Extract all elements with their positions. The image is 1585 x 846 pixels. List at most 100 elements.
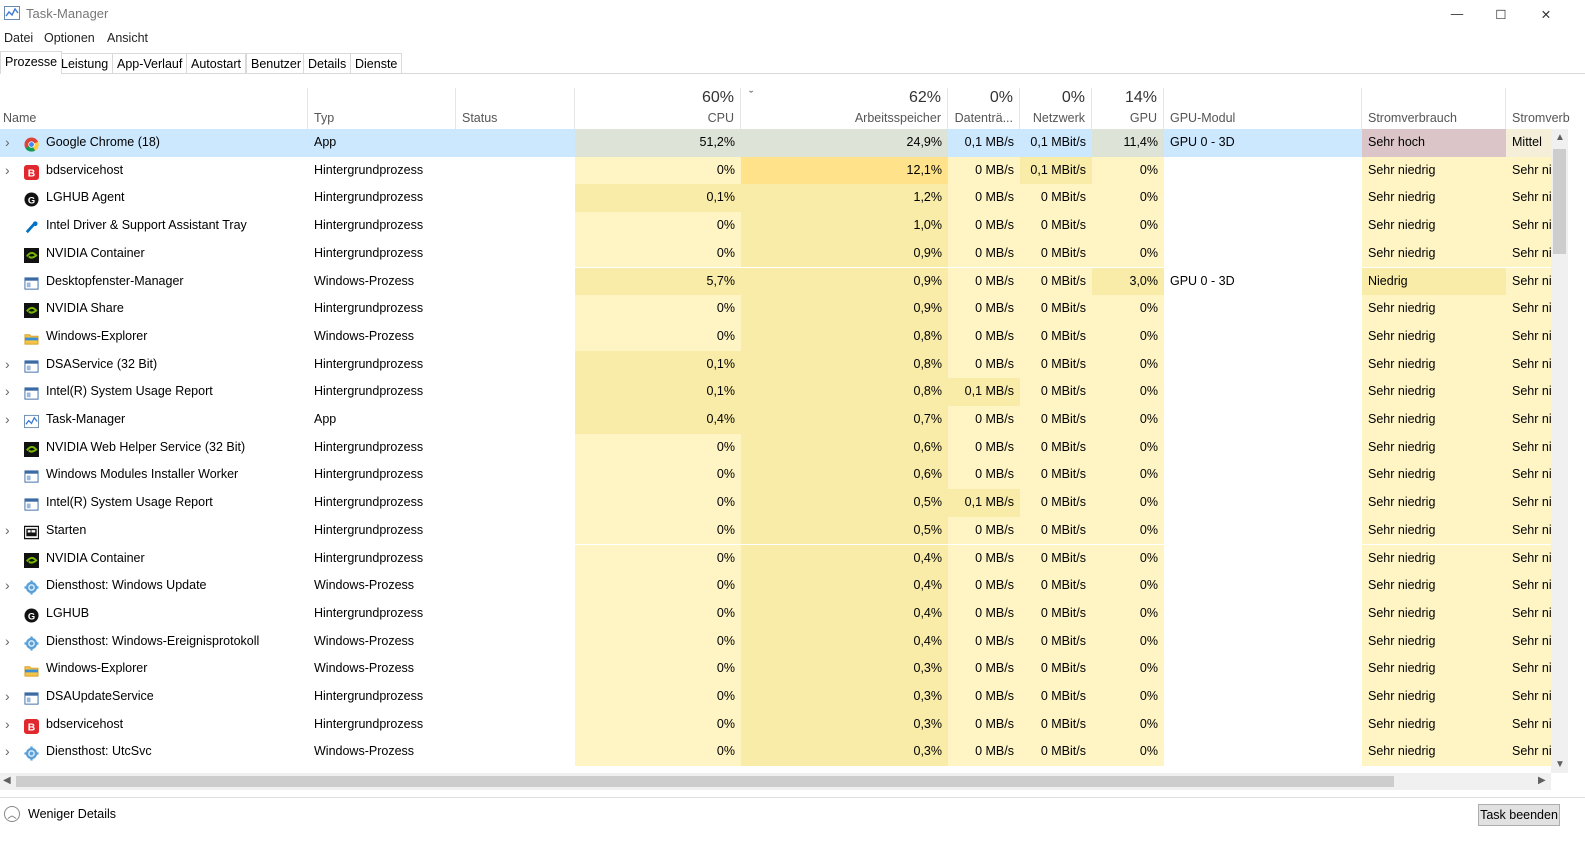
process-row[interactable]: › Diensthost: UtcSvc Windows-Prozess 0% 0,3%… [0,738,1568,767]
process-row[interactable]: NVIDIA Container Hintergrundprozess 0% 0,4%… [0,544,1568,573]
name-cell[interactable]: Desktopfenster-Manager [0,268,308,296]
process-row[interactable]: › Task-Manager App 0,4% 0,7% 0 MB/s 0 MBit/s 0%… [0,406,1568,434]
menu-optionen[interactable]: Optionen [44,31,95,45]
horizontal-scroll-thumb[interactable] [16,776,1394,787]
name-cell[interactable]: › Intel(R) System Usage Report [0,378,308,406]
process-row[interactable]: Windows-Explorer Windows-Prozess 0% 0,8% 0 M… [0,322,1568,351]
tab-dienste[interactable]: Dienste [350,53,403,73]
name-cell[interactable]: › Bbdservicehost [0,157,308,185]
name-cell[interactable]: NVIDIA Share [0,295,308,323]
header-status[interactable]: Status [456,88,575,129]
menu-datei[interactable]: Datei [4,31,33,45]
menu-ansicht[interactable]: Ansicht [107,31,148,45]
header-gpu-engine[interactable]: GPU-Modul [1164,88,1362,129]
process-row[interactable]: NVIDIA Web Helper Service (32 Bit) Hinter… [0,433,1568,462]
name-cell[interactable]: › Starten [0,517,308,545]
process-row[interactable]: NVIDIA Share Hintergrundprozess 0% 0,9% 0 MB… [0,295,1568,323]
name-cell[interactable]: › Google Chrome (18) [0,129,308,157]
horizontal-scrollbar[interactable]: ◀ ▶ [0,773,1551,790]
chevron-up-circle-icon: ︿ [4,806,20,822]
name-cell[interactable]: Windows-Explorer [0,655,308,683]
close-button[interactable]: ✕ [1523,0,1569,28]
maximize-icon: ☐ [1495,7,1507,22]
process-row[interactable]: › DSAService (32 Bit) Hintergrundprozess 0,… [0,350,1568,379]
name-cell[interactable]: NVIDIA Web Helper Service (32 Bit) [0,434,308,462]
scroll-down-icon[interactable]: ▼ [1555,759,1565,770]
name-cell[interactable]: G LGHUB [0,600,308,628]
expand-chevron-icon[interactable]: › [5,157,10,185]
process-row[interactable]: NVIDIA Container Hintergrundprozess 0% 0,9%… [0,239,1568,268]
name-cell[interactable]: Windows Modules Installer Worker [0,461,308,489]
tab-benutzer[interactable]: Benutzer [246,53,307,73]
name-cell[interactable]: Windows-Explorer [0,323,308,351]
minimize-button[interactable]: — [1434,0,1480,28]
header-type[interactable]: Typ [308,88,456,129]
expand-chevron-icon[interactable]: › [5,129,10,157]
header-power-trend[interactable]: Stromverb [1506,88,1570,129]
tab-leistung[interactable]: Leistung [56,53,114,73]
process-row[interactable]: Windows Modules Installer Worker Hintergr… [0,461,1568,490]
expand-chevron-icon[interactable]: › [5,572,10,600]
process-row[interactable]: › Bbdservicehost Hintergrundprozess 0% 0,3% 0… [0,710,1568,739]
type-cell: Windows-Prozess [314,273,415,288]
header-disk[interactable]: 0% Datenträ... [948,88,1020,129]
process-row[interactable]: › Diensthost: Windows-Ereignisprotokoll Wi… [0,627,1568,656]
process-row[interactable]: › Diensthost: Windows Update Windows-Proze… [0,572,1568,600]
name-cell[interactable]: › DSAUpdateService [0,683,308,711]
name-cell[interactable]: G LGHUB Agent [0,184,308,212]
process-row[interactable]: › Google Chrome (18) App 51,2% 24,9% 0,1 MB/s… [0,129,1568,157]
expand-chevron-icon[interactable]: › [5,628,10,656]
scroll-right-icon[interactable]: ▶ [1538,775,1546,786]
name-cell[interactable]: › Task-Manager [0,406,308,434]
tab-autostart[interactable]: Autostart [186,53,247,73]
header-network-percent: 0% [1061,89,1085,106]
expand-chevron-icon[interactable]: › [5,378,10,406]
process-row[interactable]: Intel(R) System Usage Report Hintergrundp… [0,489,1568,517]
process-row[interactable]: › DSAUpdateService Hintergrundprozess 0% 0,3… [0,683,1568,711]
header-memory[interactable]: ˇ 62% Arbeitsspeicher [741,88,948,129]
name-cell[interactable]: NVIDIA Container [0,240,308,268]
vertical-scroll-thumb[interactable] [1553,149,1566,254]
end-task-button[interactable]: Task beenden [1478,804,1560,826]
name-cell[interactable]: NVIDIA Container [0,545,308,573]
name-cell[interactable]: › Bbdservicehost [0,711,308,739]
header-gpu[interactable]: 14% GPU [1092,88,1164,129]
maximize-button[interactable]: ☐ [1478,0,1524,28]
scroll-up-icon[interactable]: ▲ [1555,132,1565,143]
expand-chevron-icon[interactable]: › [5,351,10,379]
process-row[interactable]: › Starten Hintergrundprozess 0% 0,5% 0 MB/s 0 … [0,516,1568,545]
process-row[interactable]: G LGHUB Agent Hintergrundprozess 0,1% 1,2% 0 … [0,184,1568,213]
nvidia-icon [24,246,39,263]
expand-chevron-icon[interactable]: › [5,738,10,766]
tab-app-verlauf[interactable]: App-Verlauf [112,53,188,73]
memory-cell: 0,3% [741,738,948,767]
scroll-left-icon[interactable]: ◀ [3,775,11,786]
expand-chevron-icon[interactable]: › [5,683,10,711]
process-row[interactable]: › Bbdservicehost Hintergrundprozess 0% 12,1%… [0,156,1568,185]
process-row[interactable]: G LGHUB Hintergrundprozess 0% 0,4% 0 MB/s 0 MB… [0,599,1568,628]
cpu-cell: 5,7% [575,267,741,296]
header-cpu[interactable]: 60% CPU [575,88,741,129]
name-cell[interactable]: Intel(R) System Usage Report [0,489,308,517]
tab-details[interactable]: Details [303,53,352,73]
process-row[interactable]: Intel Driver & Support Assistant Tray Hin… [0,212,1568,240]
process-row[interactable]: Windows-Explorer Windows-Prozess 0% 0,3% 0 M… [0,655,1568,683]
name-cell[interactable]: Intel Driver & Support Assistant Tray [0,212,308,240]
memory-cell: 0,6% [741,461,948,490]
name-cell[interactable]: › Diensthost: Windows-Ereignisprotokoll [0,628,308,656]
name-cell[interactable]: › Diensthost: UtcSvc [0,738,308,766]
header-network[interactable]: 0% Netzwerk [1020,88,1092,129]
header-name[interactable]: Name [0,88,308,129]
name-cell[interactable]: › DSAService (32 Bit) [0,351,308,379]
fewer-details-button[interactable]: ︿ Weniger Details [4,806,116,822]
expand-chevron-icon[interactable]: › [5,406,10,434]
header-power[interactable]: Stromverbrauch [1362,88,1506,129]
expand-chevron-icon[interactable]: › [5,711,10,739]
tab-prozesse[interactable]: Prozesse [0,51,63,74]
process-row[interactable]: Desktopfenster-Manager Windows-Prozess 5,7… [0,267,1568,296]
process-row[interactable]: › Intel(R) System Usage Report Hintergrund… [0,378,1568,406]
expand-chevron-icon[interactable]: › [5,517,10,545]
vertical-scrollbar[interactable]: ▲ ▼ [1551,129,1568,773]
name-cell[interactable]: › Diensthost: Windows Update [0,572,308,600]
gpu-cell: 0% [1092,239,1164,268]
